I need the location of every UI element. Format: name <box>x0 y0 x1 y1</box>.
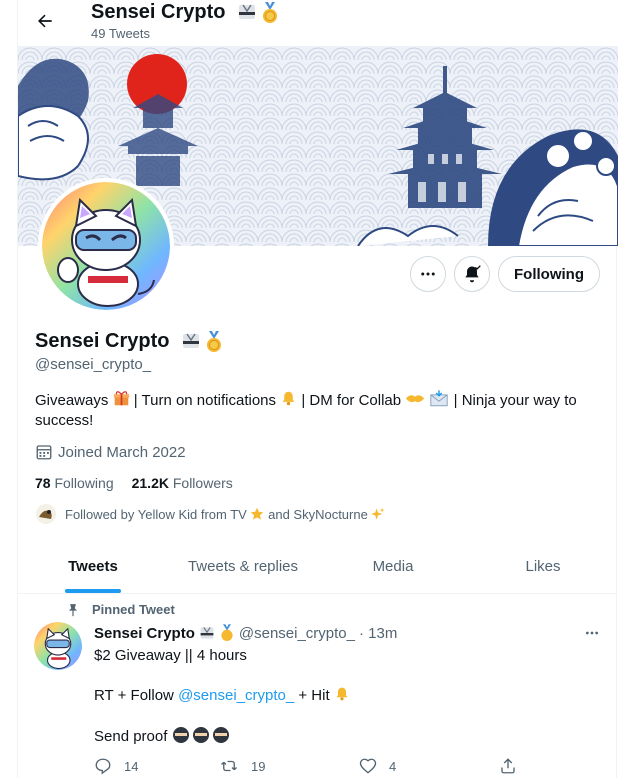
profile-name: Sensei Crypto <box>35 330 224 353</box>
followed-by[interactable]: Followed by Yellow Kid from TV and SkyNo… <box>35 503 386 525</box>
profile-bio: Giveaways | Turn on notifications | DM f… <box>35 390 595 431</box>
bio-text: Giveaways <box>35 392 109 409</box>
followers-link[interactable]: 21.2K Followers <box>132 475 233 491</box>
like-button[interactable]: 4 <box>359 757 499 775</box>
profile-handle: @sensei_crypto_ <box>35 356 152 373</box>
tweet-more-button[interactable] <box>578 622 606 644</box>
followed-by-text: and SkyNocturne <box>268 506 368 522</box>
tweet-line: RT + Follow @sensei_crypto_ + Hit <box>94 686 594 706</box>
bell-check-icon <box>465 265 481 283</box>
tab-media[interactable]: Media <box>318 540 468 593</box>
share-icon <box>501 758 515 774</box>
ninja-cat-avatar-image <box>42 182 170 310</box>
karate-uniform-icon <box>239 4 256 19</box>
medal-icon <box>263 1 278 23</box>
reply-count: 14 <box>124 758 139 774</box>
tab-likes[interactable]: Likes <box>468 540 618 593</box>
tweet-text: $2 Giveaway || 4 hours RT + Follow @sens… <box>94 646 594 767</box>
tweet-author-name[interactable]: Sensei Crypto <box>94 625 195 642</box>
like-count: 4 <box>389 758 397 774</box>
heart-icon <box>359 758 377 774</box>
bell-icon <box>282 391 295 406</box>
tweet-line: $2 Giveaway || 4 hours <box>94 647 247 664</box>
profile-tabs: Tweets Tweets & replies Media Likes <box>18 540 618 594</box>
tweet-count: 49 Tweets <box>91 26 151 41</box>
karate-uniform-icon <box>200 627 214 639</box>
following-link[interactable]: 78 Following <box>35 475 114 491</box>
reply-icon <box>95 758 111 775</box>
profile-column: Sensei Crypto 49 Tweets Following Sensei… <box>17 0 618 778</box>
sparkles-icon <box>371 507 386 520</box>
mention-link[interactable]: @sensei_crypto_ <box>178 687 294 704</box>
tweet-header: Sensei Crypto @sensei_crypto_ · 13m <box>94 624 397 642</box>
tweet-avatar[interactable] <box>34 622 82 670</box>
tab-tweets[interactable]: Tweets <box>18 540 168 593</box>
tweet-author-handle[interactable]: @sensei_crypto_ <box>239 625 355 642</box>
more-options-button[interactable] <box>410 256 446 292</box>
more-dots-icon <box>586 631 598 635</box>
more-dots-icon <box>421 272 435 276</box>
medal-icon <box>207 330 222 352</box>
gift-icon <box>113 391 129 406</box>
reply-button[interactable]: 14 <box>94 757 219 775</box>
retweet-count: 19 <box>251 758 266 774</box>
share-button[interactable] <box>499 757 517 775</box>
retweet-icon <box>221 760 237 772</box>
notifications-button[interactable] <box>454 256 490 292</box>
follow-stats: 78 Following 21.2K Followers <box>35 475 233 491</box>
tweet-time[interactable]: · 13m <box>359 625 397 642</box>
following-button[interactable]: Following <box>498 256 600 292</box>
bell-icon <box>336 687 348 701</box>
bio-text: | DM for Collab <box>301 392 402 409</box>
retweet-button[interactable]: 19 <box>219 757 359 775</box>
pinned-label: Pinned Tweet <box>66 602 175 617</box>
profile-avatar[interactable] <box>38 178 174 314</box>
tab-tweets-replies[interactable]: Tweets & replies <box>168 540 318 593</box>
handshake-icon <box>406 395 425 403</box>
follower-avatar <box>35 503 57 525</box>
calendar-icon <box>36 445 52 460</box>
star-icon <box>251 507 264 520</box>
tweet-actions: 14 19 4 <box>94 757 564 775</box>
envelope-arrow-icon <box>430 390 449 407</box>
back-arrow-icon <box>38 14 52 28</box>
ninja-icon <box>172 727 229 743</box>
back-button[interactable] <box>30 6 60 36</box>
joined-text: Joined March 2022 <box>58 443 186 461</box>
tweet-line: Send proof <box>94 726 594 747</box>
medal-icon <box>221 624 233 641</box>
ninja-cat-avatar-image <box>34 622 82 670</box>
followed-by-text: Followed by Yellow Kid from TV <box>65 506 247 522</box>
bio-text: | Turn on notifications <box>133 392 277 409</box>
profile-header: Sensei Crypto 49 Tweets <box>18 0 618 46</box>
header-name: Sensei Crypto <box>91 1 280 24</box>
pin-icon <box>68 603 78 616</box>
karate-uniform-icon <box>183 333 200 348</box>
joined-date: Joined March 2022 <box>35 443 186 461</box>
